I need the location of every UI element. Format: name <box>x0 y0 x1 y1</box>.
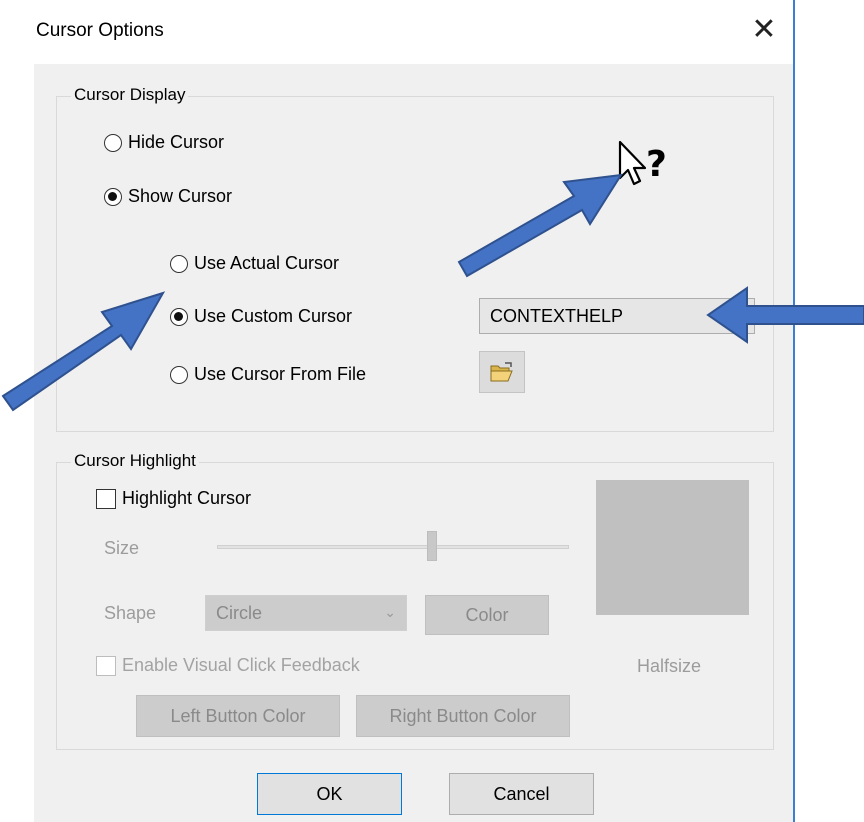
annotation-arrow-to-preview <box>457 173 623 278</box>
annotation-arrow-to-custom-radio <box>1 291 166 412</box>
annotation-arrow-to-custom-select <box>706 286 864 344</box>
annotation-arrows <box>1 173 864 412</box>
